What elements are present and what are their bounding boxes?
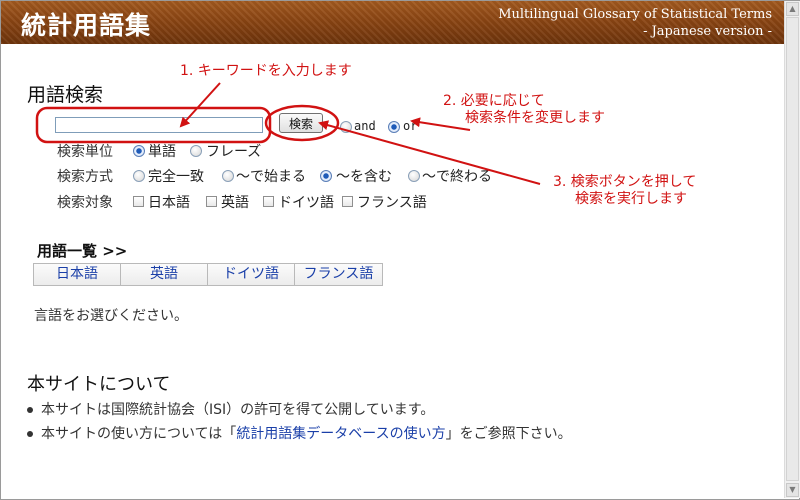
vertical-scrollbar[interactable]: ▲ ▼ xyxy=(784,1,800,498)
target-japanese-checkbox[interactable] xyxy=(133,196,144,207)
language-tabs: 日本語 英語 ドイツ語 フランス語 xyxy=(33,263,383,286)
glossary-list-heading[interactable]: 用語一覧 >> xyxy=(37,240,127,261)
site-header: 統計用語集 Multilingual Glossary of Statistic… xyxy=(1,1,784,44)
target-english-label: 英語 xyxy=(221,195,249,211)
unit-phrase-label: フレーズ xyxy=(206,144,262,160)
target-japanese-label: 日本語 xyxy=(148,195,190,211)
keyword-input[interactable] xyxy=(55,117,263,133)
about-bullet-2-suffix: 」をご参照下さい。 xyxy=(445,426,572,442)
unit-phrase-radio[interactable] xyxy=(190,145,202,157)
about-bullet-2-prefix: 本サイトの使い方については「 xyxy=(41,426,237,442)
site-subtitle-en: Multilingual Glossary of Statistical Ter… xyxy=(498,7,772,22)
annotation-step2-line2: 検索条件を変更します xyxy=(465,110,605,126)
method-starts-radio[interactable] xyxy=(222,170,234,182)
method-ends-radio[interactable] xyxy=(408,170,420,182)
scroll-thumb[interactable] xyxy=(786,17,799,481)
method-starts-label: ～で始まる xyxy=(236,169,306,185)
target-german-checkbox[interactable] xyxy=(263,196,274,207)
annotation-step3-line1: 3. 検索ボタンを押して xyxy=(553,174,697,190)
search-heading: 用語検索 xyxy=(27,84,104,106)
method-contains-radio[interactable] xyxy=(320,170,332,182)
scroll-up-arrow-icon[interactable]: ▲ xyxy=(786,2,799,16)
tab-german[interactable]: ドイツ語 xyxy=(208,264,295,285)
about-heading: 本サイトについて xyxy=(27,374,171,395)
unit-word-label: 単語 xyxy=(148,144,176,160)
method-exact-label: 完全一致 xyxy=(148,169,204,185)
tab-japanese[interactable]: 日本語 xyxy=(34,264,121,285)
about-bullet-1: 本サイトは国際統計協会（ISI）の許可を得て公開しています。 xyxy=(27,399,434,419)
bullet-dot xyxy=(27,407,33,413)
method-contains-label: ～を含む xyxy=(336,169,392,185)
target-german-label: ドイツ語 xyxy=(278,195,334,211)
usage-guide-link[interactable]: 統計用語集データベースの使い方 xyxy=(236,426,445,442)
site-version: - Japanese version - xyxy=(643,24,772,39)
scroll-down-arrow-icon[interactable]: ▼ xyxy=(786,483,799,497)
search-target-label: 検索対象 xyxy=(57,195,113,211)
annotation-step1: 1. キーワードを入力します xyxy=(180,63,352,79)
search-method-label: 検索方式 xyxy=(57,169,113,185)
target-french-label: フランス語 xyxy=(357,195,427,211)
annotation-step3-line2: 検索を実行します xyxy=(575,191,687,207)
or-radio[interactable] xyxy=(388,121,400,133)
annotation-step2-line1: 2. 必要に応じて xyxy=(443,93,545,109)
target-english-checkbox[interactable] xyxy=(206,196,217,207)
target-french-checkbox[interactable] xyxy=(342,196,353,207)
method-ends-label: ～で終わる xyxy=(422,169,492,185)
site-title: 統計用語集 xyxy=(21,11,152,40)
or-label: or xyxy=(403,119,418,133)
search-unit-label: 検索単位 xyxy=(57,144,113,160)
tab-french[interactable]: フランス語 xyxy=(295,264,382,285)
about-bullet-1-text: 本サイトは国際統計協会（ISI）の許可を得て公開しています。 xyxy=(41,402,435,418)
bullet-dot xyxy=(27,431,33,437)
unit-word-radio[interactable] xyxy=(133,145,145,157)
search-button[interactable]: 検索 xyxy=(279,113,323,133)
about-bullet-2: 本サイトの使い方については「統計用語集データベースの使い方」をご参照下さい。 xyxy=(27,423,572,443)
tab-english[interactable]: 英語 xyxy=(121,264,208,285)
and-radio[interactable] xyxy=(340,121,352,133)
select-language-message: 言語をお選びください。 xyxy=(34,308,188,324)
and-label: and xyxy=(354,119,376,133)
method-exact-radio[interactable] xyxy=(133,170,145,182)
